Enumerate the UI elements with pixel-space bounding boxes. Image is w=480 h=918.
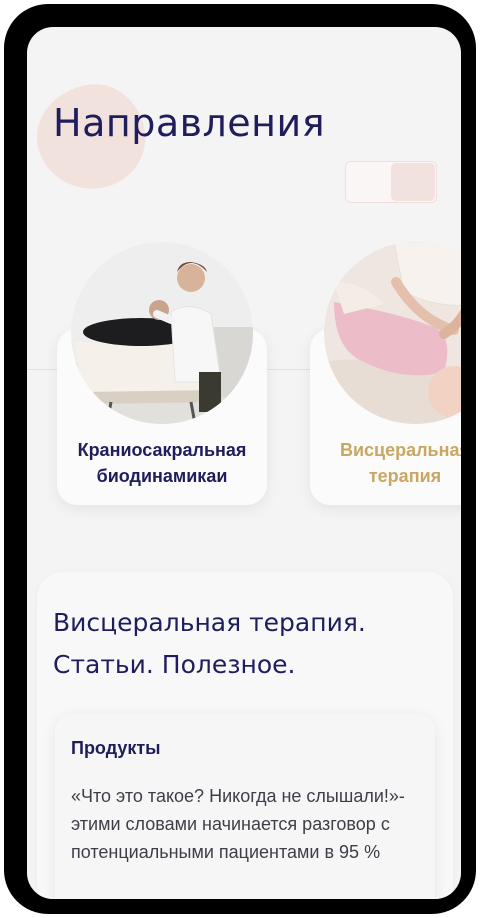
screen: Направления Краниосакральная биодинамика… — [27, 27, 461, 899]
page-title: Направления — [53, 101, 326, 145]
direction-title-line: биодинамикаи — [96, 466, 228, 486]
section-title-line: Висцеральная терапия. — [53, 608, 366, 637]
article-excerpt: «Что это такое? Никогда не слышали!»- эт… — [71, 786, 405, 862]
toggle-knob[interactable] — [391, 163, 435, 201]
direction-card-title: Висцеральная терапия — [300, 437, 461, 489]
direction-title-line: Висцеральная — [339, 440, 461, 460]
article-category: Продукты — [71, 738, 161, 758]
articles-section-title: Висцеральная терапия. Статьи. Полезное. — [53, 602, 433, 686]
section-title-line: Статьи. Полезное. — [53, 650, 296, 679]
direction-title-line: терапия — [368, 466, 442, 486]
direction-title-line: Краниосакральная — [77, 440, 247, 460]
craniosacral-photo[interactable] — [71, 242, 253, 424]
article-card[interactable]: Продукты «Что это такое? Никогда не слыш… — [55, 714, 435, 899]
articles-section: Висцеральная терапия. Статьи. Полезное. … — [37, 572, 453, 899]
phone-frame: Направления Краниосакральная биодинамика… — [4, 4, 476, 914]
carousel-toggle[interactable] — [345, 161, 437, 203]
direction-card-title: Краниосакральная биодинамикаи — [57, 437, 267, 489]
